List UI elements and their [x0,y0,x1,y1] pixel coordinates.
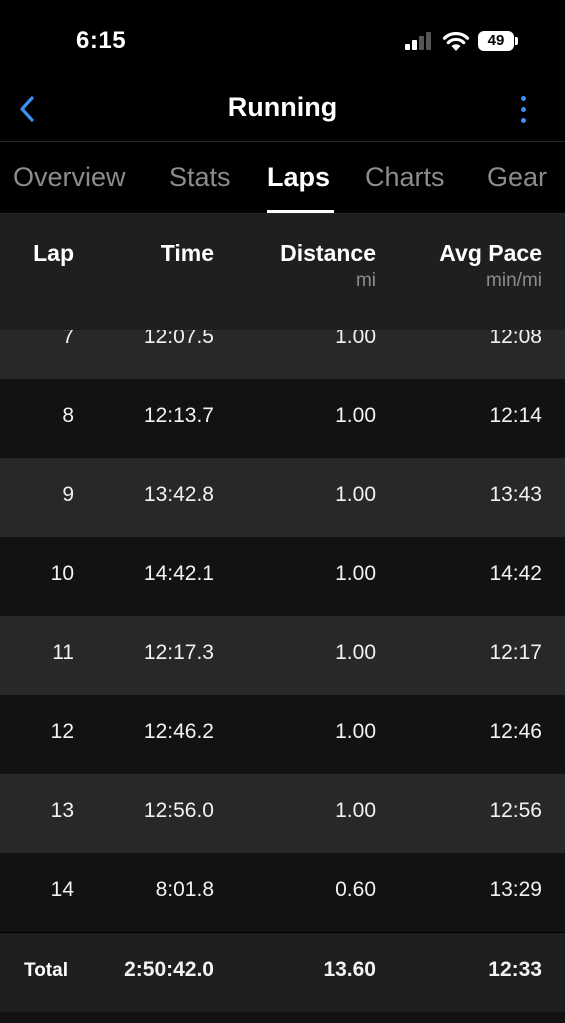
lap-distance: 1.00 [335,404,376,427]
lap-number: 11 [52,641,74,664]
lap-distance: 1.00 [335,483,376,506]
lap-time: 12:46.2 [143,720,214,743]
total-row: Total 2:50:42.0 13.60 12:33 [0,933,565,1012]
page-title: Running [227,92,338,122]
table-header: Lap Time Distance mi Avg Pace min/mi [0,214,565,330]
status-bar: 6:15 49 [0,0,565,80]
lap-pace: 12:56 [489,799,542,822]
lap-time: 12:13.7 [143,404,214,427]
tab-overview[interactable]: Overview [13,162,126,193]
lap-pace: 12:46 [489,720,542,743]
cellular-signal-icon [405,32,435,50]
total-distance: 13.60 [323,958,376,981]
lap-number: 7 [62,330,74,348]
lap-pace: 12:14 [489,404,542,427]
lap-time: 14:42.1 [143,562,214,585]
battery-nub [515,37,518,45]
total-time: 2:50:42.0 [124,958,214,981]
lap-distance: 1.00 [335,330,376,348]
lap-number: 13 [50,799,74,822]
nav-bar: Running [0,80,565,142]
active-tab-indicator [267,210,334,213]
table-row[interactable]: 12 12:46.2 1.00 12:46 [0,695,565,774]
lap-number: 14 [50,878,74,901]
lap-pace: 14:42 [489,562,542,585]
column-unit-distance: mi [355,270,376,291]
lap-pace: 12:08 [489,330,542,348]
tab-bar: Overview Stats Laps Charts Gear [0,142,565,214]
total-pace: 12:33 [488,958,542,981]
laps-table-body[interactable]: 7 12:07.5 1.00 12:08 8 12:13.7 1.00 12:1… [0,330,565,933]
column-header-distance[interactable]: Distance [280,240,376,267]
status-time: 6:15 [76,27,127,54]
table-row[interactable]: 11 12:17.3 1.00 12:17 [0,616,565,695]
wifi-icon [442,31,470,51]
table-row[interactable]: 14 8:01.8 0.60 13:29 [0,853,565,932]
column-header-lap[interactable]: Lap [33,240,74,267]
table-row[interactable]: 7 12:07.5 1.00 12:08 [0,330,565,379]
lap-number: 9 [62,483,74,506]
lap-distance: 1.00 [335,720,376,743]
lap-pace: 13:43 [489,483,542,506]
lap-pace: 12:17 [489,641,542,664]
lap-number: 8 [62,404,74,427]
table-row[interactable]: 8 12:13.7 1.00 12:14 [0,379,565,458]
bottom-strip [0,1012,565,1023]
lap-time: 12:56.0 [143,799,214,822]
battery-icon: 49 [478,31,514,51]
lap-time: 12:07.5 [143,330,214,348]
vertical-ellipsis-icon[interactable] [512,92,536,128]
total-label: Total [24,960,68,981]
tab-laps[interactable]: Laps [267,162,330,193]
column-unit-avg-pace: min/mi [486,270,542,291]
lap-pace: 13:29 [489,878,542,901]
tab-gear[interactable]: Gear [487,162,547,193]
column-header-time[interactable]: Time [161,240,214,267]
lap-number: 10 [50,562,74,585]
table-row[interactable]: 9 13:42.8 1.00 13:43 [0,458,565,537]
column-header-avg-pace[interactable]: Avg Pace [439,240,542,267]
table-row[interactable]: 10 14:42.1 1.00 14:42 [0,537,565,616]
lap-time: 13:42.8 [143,483,214,506]
lap-distance: 1.00 [335,562,376,585]
lap-number: 12 [50,720,74,743]
lap-distance: 1.00 [335,641,376,664]
lap-time: 8:01.8 [155,878,214,901]
table-row[interactable]: 13 12:56.0 1.00 12:56 [0,774,565,853]
tab-charts[interactable]: Charts [365,162,445,193]
tab-stats[interactable]: Stats [169,162,231,193]
lap-distance: 1.00 [335,799,376,822]
lap-time: 12:17.3 [143,641,214,664]
lap-distance: 0.60 [335,878,376,901]
